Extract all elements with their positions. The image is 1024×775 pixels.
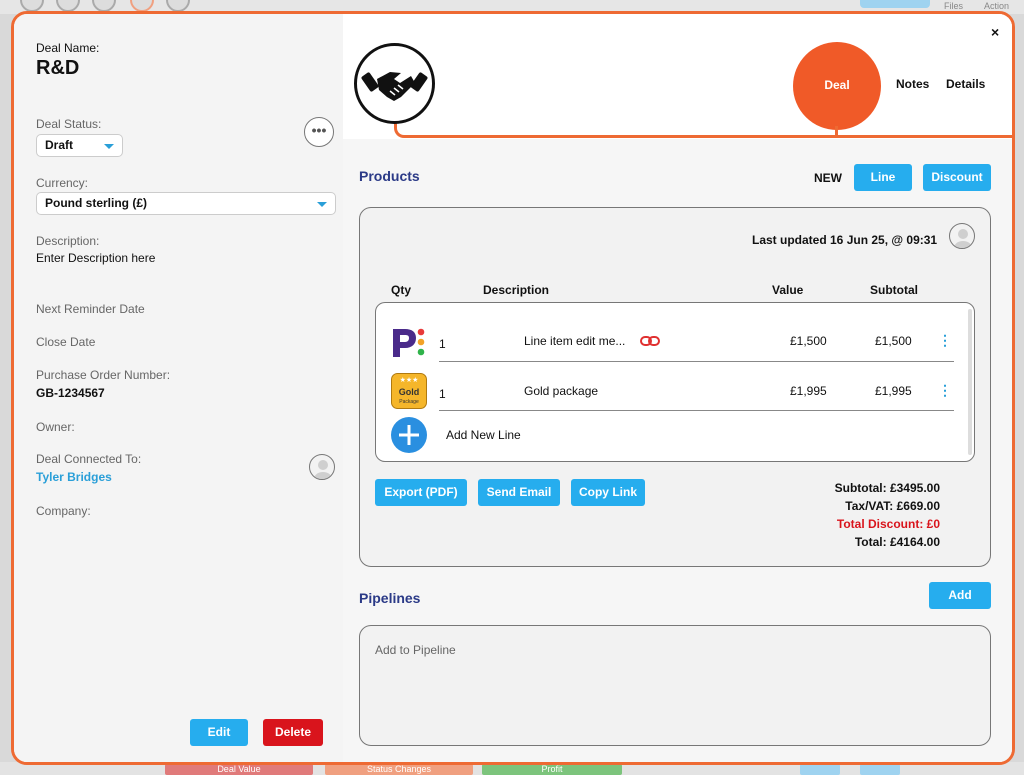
svg-text:Gold: Gold <box>399 387 420 397</box>
gold-package-icon: ★★★ Gold Package <box>391 373 427 409</box>
line-items-scrollbar[interactable] <box>968 309 972 455</box>
products-title: Products <box>359 168 420 184</box>
export-pdf-button[interactable]: Export (PDF) <box>375 479 467 506</box>
line-qty[interactable]: 1 <box>439 387 446 401</box>
user-avatar-icon <box>314 460 332 479</box>
tab-notes[interactable]: Notes <box>896 77 929 91</box>
row-divider <box>439 361 954 362</box>
background-action-label: Action <box>984 1 1010 11</box>
products-box: Last updated 16 Jun 25, @ 09:31 Qty Desc… <box>359 207 991 567</box>
send-email-button[interactable]: Send Email <box>478 479 560 506</box>
last-updated: Last updated 16 Jun 25, @ 09:31 <box>752 233 938 247</box>
svg-text:★★★: ★★★ <box>400 376 419 384</box>
line-qty[interactable]: 1 <box>439 337 446 351</box>
deal-status-label: Deal Status: <box>36 117 102 131</box>
line-description[interactable]: Line item edit me... <box>524 334 625 348</box>
pipeline-placeholder: Add to Pipeline <box>375 643 456 657</box>
line-items-list: 1 Line item edit me... £1,500 £1,500 ⋮ ★… <box>375 302 975 462</box>
deal-status-select[interactable]: Draft <box>36 134 123 157</box>
line-subtotal: £1,995 <box>875 384 912 398</box>
owner-label: Owner: <box>36 420 75 434</box>
deal-logo <box>354 43 435 124</box>
chevron-down-icon <box>317 202 327 207</box>
updated-by-avatar[interactable] <box>949 223 975 249</box>
delete-button[interactable]: Delete <box>263 719 323 746</box>
user-avatar-icon <box>954 229 972 248</box>
pipelines-title: Pipelines <box>359 590 421 606</box>
tab-deal[interactable]: Deal <box>793 42 881 130</box>
tab-details[interactable]: Details <box>946 77 985 91</box>
product-p-logo-icon <box>393 328 425 357</box>
currency-select[interactable]: Pound sterling (£) <box>36 192 336 215</box>
line-value: £1,500 <box>790 334 827 348</box>
link-icon[interactable] <box>640 335 660 347</box>
background-block <box>860 764 900 775</box>
add-pipeline-button[interactable]: Add <box>929 582 991 609</box>
line-value: £1,995 <box>790 384 827 398</box>
connected-label: Deal Connected To: <box>36 452 142 466</box>
add-line-button[interactable]: Line <box>854 164 912 191</box>
close-date-label[interactable]: Close Date <box>36 335 95 349</box>
deal-info-panel: Deal Name: R&D Deal Status: Draft ••• Cu… <box>14 14 343 762</box>
total-text: Total: £4164.00 <box>854 535 940 549</box>
background-block: Deal Value <box>165 764 313 775</box>
more-options-button[interactable]: ••• <box>304 117 334 147</box>
row-divider <box>439 410 954 411</box>
line-description-link[interactable]: Gold package <box>524 384 598 398</box>
add-line-plus-icon[interactable] <box>391 417 427 453</box>
company-label: Company: <box>36 504 91 518</box>
contact-avatar[interactable] <box>309 454 335 480</box>
deal-modal: Deal Name: R&D Deal Status: Draft ••• Cu… <box>11 11 1015 765</box>
subtotal-text: Subtotal: £3495.00 <box>834 481 940 495</box>
column-value: Value <box>772 283 804 297</box>
discount-text: Total Discount: £0 <box>836 517 940 531</box>
line-kebab-menu-icon[interactable]: ⋮ <box>938 382 952 399</box>
background-button <box>860 0 930 8</box>
column-description: Description <box>483 283 550 297</box>
connected-contact-link[interactable]: Tyler Bridges <box>36 470 112 484</box>
currency-value: Pound sterling (£) <box>45 196 147 210</box>
po-number-label: Purchase Order Number: <box>36 368 171 382</box>
edit-button[interactable]: Edit <box>190 719 248 746</box>
handshake-icon <box>361 72 428 101</box>
totals-block: Subtotal: £3495.00 Tax/VAT: £669.00 Tota… <box>835 479 940 551</box>
chevron-down-icon <box>104 144 114 149</box>
line-subtotal: £1,500 <box>875 334 912 348</box>
background-block: Status Changes <box>325 764 473 775</box>
close-icon[interactable]: × <box>991 24 999 40</box>
background-block <box>800 764 840 775</box>
pipelines-box[interactable]: Add to Pipeline <box>359 625 991 746</box>
tax-text: Tax/VAT: £669.00 <box>845 499 940 513</box>
header-divider <box>405 135 1012 138</box>
deal-detail-panel: Deal Notes Details × Products NEW Line D… <box>343 14 1012 762</box>
next-reminder-label[interactable]: Next Reminder Date <box>36 302 145 316</box>
svg-text:Package: Package <box>399 399 419 405</box>
currency-label: Currency: <box>36 176 89 190</box>
add-discount-button[interactable]: Discount <box>923 164 991 191</box>
background-block: Profit <box>482 764 622 775</box>
background-files-label: Files <box>944 1 964 11</box>
copy-link-button[interactable]: Copy Link <box>571 479 645 506</box>
deal-status-value: Draft <box>45 138 74 152</box>
add-new-line-link[interactable]: Add New Line <box>446 428 521 442</box>
new-label: NEW <box>814 171 842 185</box>
column-subtotal: Subtotal <box>870 283 918 297</box>
column-qty: Qty <box>391 283 412 297</box>
description-field[interactable]: Enter Description here <box>36 251 155 265</box>
deal-name-label: Deal Name: <box>36 41 100 55</box>
tab-deal-connector <box>835 126 838 138</box>
po-number-value: GB-1234567 <box>36 386 105 400</box>
description-label: Description: <box>36 234 100 248</box>
deal-name: R&D <box>36 57 80 79</box>
line-kebab-menu-icon[interactable]: ⋮ <box>938 332 952 349</box>
